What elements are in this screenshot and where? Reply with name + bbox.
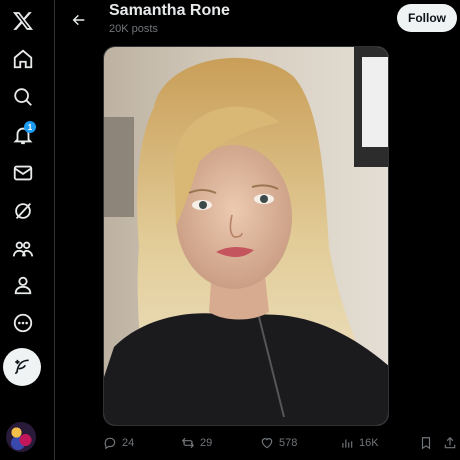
selfie-photo [104, 47, 388, 425]
analytics-icon [342, 439, 353, 448]
reply-button[interactable]: 24 [103, 436, 134, 450]
feather-plus-icon [14, 359, 29, 375]
divider [54, 0, 55, 460]
bookmark-button[interactable] [419, 436, 433, 450]
bookmark-icon [421, 437, 431, 450]
repost-icon [181, 437, 195, 449]
repost-count: 29 [200, 437, 213, 449]
messages-icon[interactable] [8, 158, 38, 188]
back-button[interactable] [67, 8, 91, 32]
notification-badge: 1 [24, 121, 36, 133]
arrow-left-icon [72, 14, 85, 26]
share-button[interactable] [443, 436, 457, 450]
grok-icon[interactable] [8, 196, 38, 226]
reply-count: 24 [122, 437, 135, 449]
heart-icon [261, 438, 273, 449]
like-button[interactable]: 578 [260, 436, 297, 450]
notifications-icon[interactable]: 1 [8, 120, 38, 150]
post-media[interactable] [103, 46, 389, 426]
post-actions: 24 29 578 16K [55, 430, 460, 458]
follow-button[interactable]: Follow [397, 4, 457, 32]
account-avatar[interactable] [6, 422, 36, 452]
post-count: 20K posts [109, 23, 158, 35]
profile-icon[interactable] [8, 270, 38, 300]
like-count: 578 [279, 437, 298, 449]
repost-button[interactable]: 29 [181, 436, 212, 450]
x-logo-icon[interactable] [8, 6, 38, 36]
view-count: 16K [359, 437, 379, 449]
search-icon[interactable] [8, 82, 38, 112]
profile-name: Samantha Rone [109, 2, 230, 19]
share-icon [444, 436, 456, 449]
more-icon[interactable] [8, 308, 38, 338]
profile-header: Samantha Rone 20K posts Follow [55, 0, 460, 44]
compose-post-button[interactable] [3, 348, 41, 386]
left-nav: 1 [0, 0, 56, 460]
reply-icon [104, 437, 116, 450]
communities-icon[interactable] [8, 234, 38, 264]
home-icon[interactable] [8, 44, 38, 74]
views-button[interactable]: 16K [340, 436, 379, 450]
